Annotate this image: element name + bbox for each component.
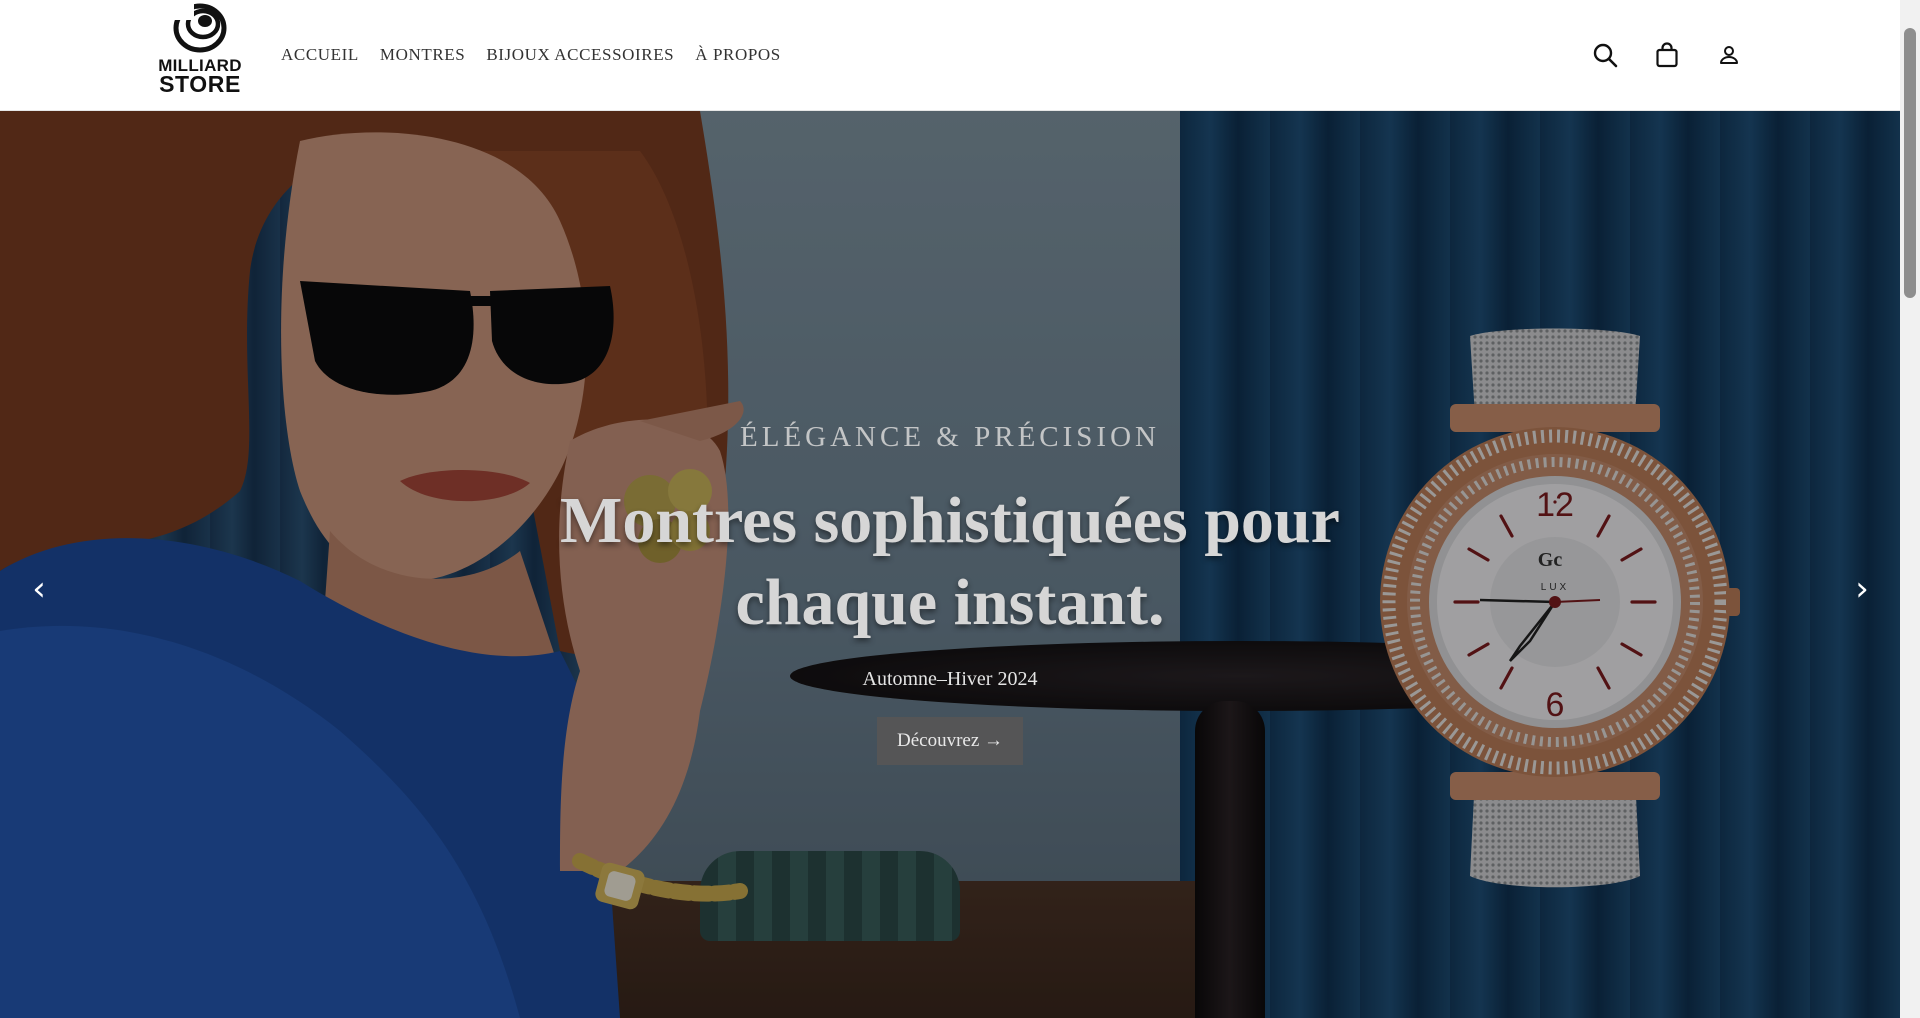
logo-line-2: STORE bbox=[159, 71, 241, 98]
hero-headline: Montres sophistiquées pour chaque instan… bbox=[450, 480, 1450, 644]
hero-slider: 12 6 Gc LUX ÉLÉGANCE & PRÉCISION Montres… bbox=[0, 111, 1900, 1018]
discover-button[interactable]: Découvrez → bbox=[876, 717, 1024, 765]
hero-season: Automne–Hiver 2024 bbox=[862, 668, 1038, 690]
nav-item-accueil[interactable]: ACCUEIL bbox=[281, 45, 359, 65]
logo-swirl-icon bbox=[172, 2, 227, 53]
nav-item-bijoux-accessoires[interactable]: BIJOUX ACCESSOIRES bbox=[486, 45, 674, 65]
shopping-bag-icon bbox=[1656, 42, 1678, 68]
hero-headline-line-2: chaque instant. bbox=[735, 566, 1165, 639]
page-scrollbar[interactable] bbox=[1900, 0, 1920, 1018]
account-button[interactable] bbox=[1712, 38, 1746, 72]
nav-item-a-propos[interactable]: À PROPOS bbox=[695, 45, 781, 65]
hero-headline-line-1: Montres sophistiquées pour bbox=[560, 484, 1340, 557]
slider-prev-button[interactable]: ‹ bbox=[19, 559, 59, 619]
brand-logo[interactable]: MILLIARD STORE bbox=[148, 2, 252, 102]
cart-button[interactable] bbox=[1650, 38, 1684, 72]
logo-wordmark: MILLIARD STORE bbox=[148, 57, 252, 98]
nav-item-montres[interactable]: MONTRES bbox=[380, 45, 465, 65]
search-button[interactable] bbox=[1588, 38, 1622, 72]
search-icon bbox=[1593, 43, 1618, 68]
slider-next-button[interactable]: › bbox=[1842, 559, 1882, 619]
site-header: MILLIARD STORE ACCUEIL MONTRES BIJOUX AC… bbox=[0, 0, 1900, 111]
hero-eyebrow: ÉLÉGANCE & PRÉCISION bbox=[740, 421, 1160, 453]
hero-caption: ÉLÉGANCE & PRÉCISION Montres sophistiqué… bbox=[450, 421, 1450, 765]
scrollbar-thumb[interactable] bbox=[1904, 28, 1916, 298]
main-nav: ACCUEIL MONTRES BIJOUX ACCESSOIRES À PRO… bbox=[281, 45, 781, 65]
user-icon bbox=[1720, 46, 1738, 64]
